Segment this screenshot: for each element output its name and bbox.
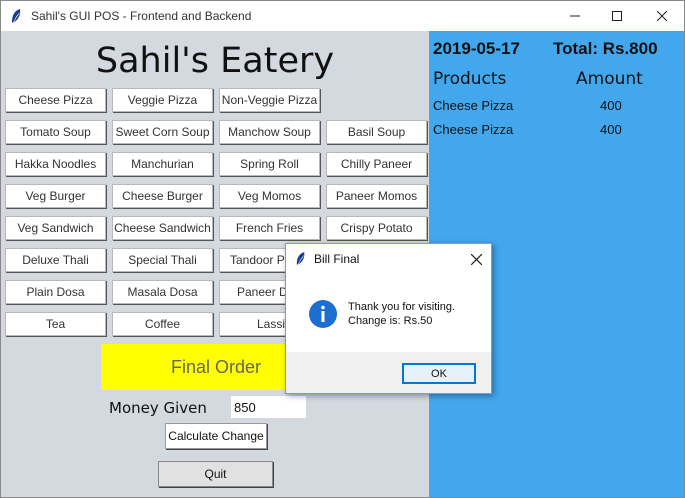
item-button-veg-burger[interactable]: Veg Burger (5, 184, 106, 208)
item-button-tea[interactable]: Tea (5, 312, 106, 336)
item-button-veggie-pizza[interactable]: Veggie Pizza (112, 88, 213, 112)
window-title: Sahil's GUI POS - Frontend and Backend (31, 9, 252, 23)
item-button-crispy-potato[interactable]: Crispy Potato (326, 216, 427, 240)
app-window: Sahil's GUI POS - Frontend and Backend S… (0, 0, 685, 498)
info-icon (308, 299, 338, 329)
bill-final-dialog: Bill Final Thank you for visiting. Chang… (285, 243, 492, 394)
item-button-non-veggie-pizza[interactable]: Non-Veggie Pizza (219, 88, 320, 112)
item-button-cheese-burger[interactable]: Cheese Burger (112, 184, 213, 208)
dialog-title: Bill Final (314, 252, 360, 266)
item-button-hakka-noodles[interactable]: Hakka Noodles (5, 152, 106, 176)
item-button-special-thali[interactable]: Special Thali (112, 248, 213, 272)
money-given-label: Money Given (109, 399, 207, 417)
item-button-veg-sandwich[interactable]: Veg Sandwich (5, 216, 106, 240)
item-button-cheese-pizza[interactable]: Cheese Pizza (5, 88, 106, 112)
bill-row-amount: 400 (600, 98, 622, 113)
dialog-message-line1: Thank you for visiting. (348, 301, 455, 313)
item-button-deluxe-thali[interactable]: Deluxe Thali (5, 248, 106, 272)
item-button-masala-dosa[interactable]: Masala Dosa (112, 280, 213, 304)
restaurant-heading: Sahil's Eatery (95, 41, 335, 81)
item-button-basil-soup[interactable]: Basil Soup (326, 120, 427, 144)
bill-total: Total: Rs.800 (553, 39, 658, 58)
maximize-button[interactable] (594, 1, 640, 31)
item-button-chilly-paneer[interactable]: Chilly Paneer (326, 152, 427, 176)
dialog-message-line2: Change is: Rs.50 (348, 315, 433, 327)
item-button-french-fries[interactable]: French Fries (219, 216, 320, 240)
item-button-veg-momos[interactable]: Veg Momos (219, 184, 320, 208)
item-button-coffee[interactable]: Coffee (112, 312, 213, 336)
item-button-spring-roll[interactable]: Spring Roll (219, 152, 320, 176)
money-given-input[interactable] (231, 396, 306, 418)
title-bar[interactable]: Sahil's GUI POS - Frontend and Backend (1, 1, 684, 31)
item-button-tomato-soup[interactable]: Tomato Soup (5, 120, 106, 144)
feather-icon (10, 8, 22, 24)
feather-icon (295, 251, 306, 266)
bill-row-amount: 400 (600, 122, 622, 137)
amount-header: Amount (576, 69, 643, 89)
close-button[interactable] (639, 1, 685, 31)
dialog-footer: OK (286, 352, 491, 393)
item-button-paneer-momos[interactable]: Paneer Momos (326, 184, 427, 208)
minimize-button[interactable] (552, 1, 598, 31)
item-button-sweet-corn-soup[interactable]: Sweet Corn Soup (112, 120, 213, 144)
bill-row-product: Cheese Pizza (433, 98, 514, 113)
item-button-manchow-soup[interactable]: Manchow Soup (219, 120, 320, 144)
item-button-cheese-sandwich[interactable]: Cheese Sandwich (112, 216, 213, 240)
quit-button[interactable]: Quit (158, 461, 273, 487)
item-button-manchurian[interactable]: Manchurian (112, 152, 213, 176)
bill-date: 2019-05-17 (433, 39, 520, 58)
calculate-change-button[interactable]: Calculate Change (165, 423, 267, 449)
ok-button[interactable]: OK (402, 363, 476, 384)
products-header: Products (433, 69, 507, 89)
dialog-close-icon[interactable] (466, 249, 486, 269)
bill-row-product: Cheese Pizza (433, 122, 514, 137)
item-button-plain-dosa[interactable]: Plain Dosa (5, 280, 106, 304)
